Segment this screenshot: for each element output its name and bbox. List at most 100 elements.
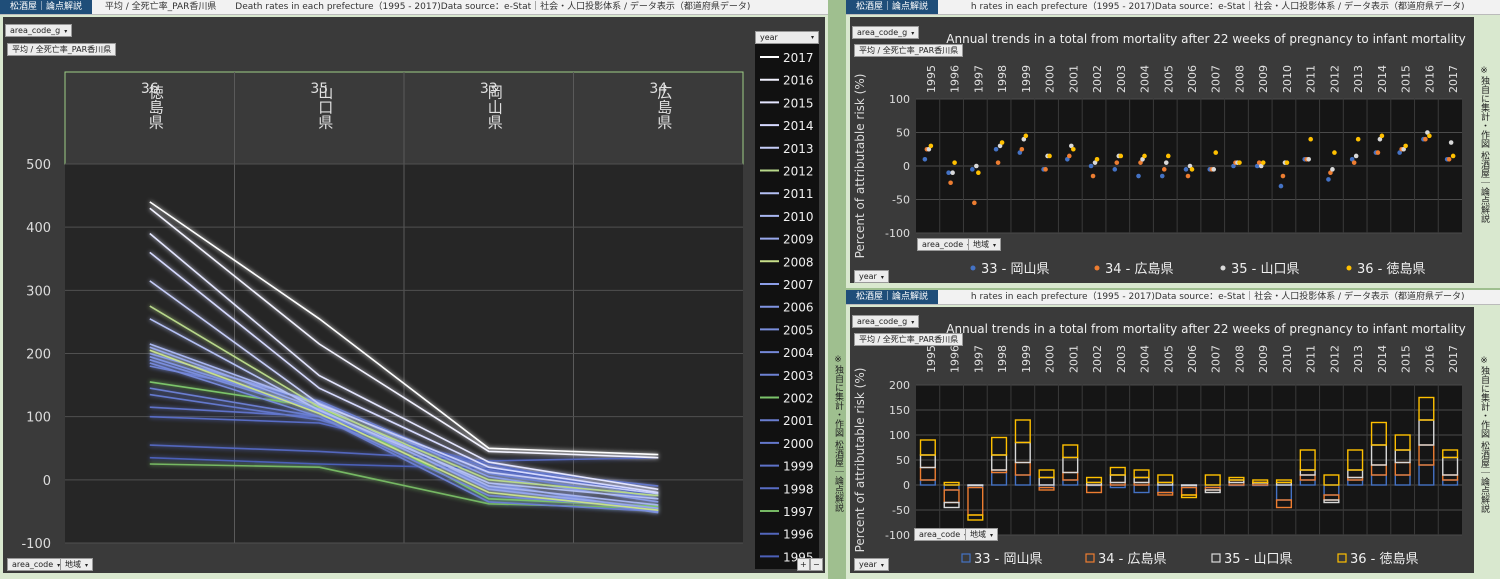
- zoom-out-button[interactable]: −: [810, 558, 823, 571]
- legend-marker-0: [970, 265, 976, 271]
- area-code-g-dropdown[interactable]: area_code_g ▾: [852, 315, 920, 328]
- bar-segment: [1180, 484, 1198, 487]
- scatter-point: [928, 143, 934, 149]
- scatter-point: [1189, 167, 1195, 172]
- scatter-point: [1260, 160, 1266, 165]
- x-tick-label: 2015: [1400, 345, 1413, 373]
- scatter-point: [1446, 157, 1452, 162]
- bar-legend: 33 - 岡山県 34 - 広島県 35 - 山口県 36 - 徳島県: [961, 552, 1419, 567]
- x-tick-label: 1998: [996, 65, 1009, 93]
- category-name-label: 徳島県: [147, 85, 165, 130]
- x-tick-label: 2004: [1139, 65, 1152, 93]
- y-axis-title: Percent of attributable risk (%): [853, 74, 867, 259]
- x-tick-label: 2014: [1376, 345, 1389, 373]
- scatter-point: [1211, 167, 1217, 172]
- scatter-point: [1090, 173, 1096, 179]
- area-code-g-dropdown[interactable]: area_code_g ▾: [852, 26, 920, 39]
- category-name-label: 山口県: [316, 85, 334, 130]
- area-code-g-dropdown[interactable]: area_code_g ▾: [5, 24, 73, 37]
- x-tick-label: 2002: [1091, 65, 1104, 93]
- side-note-right-bottom: ※独自に集計・作図 松酒屋｜論点解説: [1479, 356, 1489, 513]
- scatter-point: [1306, 157, 1311, 162]
- legend-label-2015: 2015: [783, 96, 814, 110]
- scatter-point: [1183, 167, 1189, 172]
- x-tick-label: 2008: [1233, 65, 1246, 93]
- x-tick-label: 2003: [1115, 65, 1128, 93]
- year-dropdown[interactable]: year ▾: [854, 558, 889, 571]
- legend-label-1996: 1996: [783, 528, 814, 542]
- x-tick-label: 2004: [1139, 345, 1152, 373]
- legend-label-1: 34 - 広島県: [1098, 552, 1167, 567]
- filter-pill[interactable]: 平均 / 全死亡率_PAR香川県: [7, 43, 117, 56]
- side-note-right-top: ※独自に集計・作図 松酒屋｜論点解説: [1479, 66, 1489, 223]
- x-tick-label: 2007: [1210, 65, 1223, 93]
- area-code-dropdown[interactable]: area_code▾: [7, 558, 66, 571]
- scatter-point: [993, 146, 999, 152]
- area-code-dropdown[interactable]: area_code▾: [917, 238, 976, 251]
- x-tick-label: 2016: [1423, 345, 1436, 373]
- legend-label-2004: 2004: [783, 346, 814, 360]
- scatter-point: [1047, 153, 1052, 159]
- legend-label-2010: 2010: [783, 210, 814, 224]
- legend-label-2002: 2002: [783, 392, 814, 406]
- brand-label[interactable]: 松酒屋｜論点解説: [0, 0, 93, 14]
- scatter-point: [1278, 183, 1284, 189]
- scatter-legend: 33 - 岡山県 34 - 広島県 35 - 山口県 36 - 徳島県: [970, 262, 1426, 277]
- legend-label-2007: 2007: [783, 278, 814, 292]
- chiiki-dropdown[interactable]: 地域 ▾: [60, 558, 94, 571]
- left-title: 平均 / 全死亡率_PAR香川県: [104, 2, 217, 12]
- filter-pill[interactable]: 平均 / 全死亡率_PAR香川県: [854, 44, 964, 57]
- x-tick-label: 2009: [1257, 65, 1270, 93]
- brand-label[interactable]: 松酒屋｜論点解説: [846, 0, 939, 14]
- legend-label-2: 35 - 山口県: [1231, 262, 1300, 277]
- scatter-point: [1423, 136, 1428, 142]
- x-tick-label: 2006: [1186, 345, 1199, 373]
- legend-label-3: 36 - 徳島県: [1357, 262, 1426, 277]
- scatter-point: [948, 180, 953, 186]
- x-tick-label: 2003: [1115, 345, 1128, 373]
- legend-marker-0: [961, 553, 971, 563]
- category-name-label: 岡山県: [486, 85, 504, 130]
- scatter-point: [1118, 153, 1124, 159]
- x-tick-label: 1995: [925, 345, 938, 373]
- legend-label-0: 33 - 岡山県: [974, 552, 1043, 567]
- scatter-point: [1112, 167, 1118, 172]
- left-subtitle: Death rates in each prefecture（1995 - 20…: [235, 2, 751, 12]
- scatter-point: [999, 140, 1005, 145]
- scatter-point: [1071, 146, 1076, 152]
- year-legend: 2017 2016 2015 2014 2013 2012 2011 2010 2009 2008…: [755, 39, 819, 569]
- x-tick-label: 2014: [1376, 65, 1389, 93]
- x-tick-label: 2005: [1162, 65, 1175, 93]
- x-tick-label: 2002: [1091, 345, 1104, 373]
- x-tick-label: 2000: [1044, 65, 1057, 93]
- scatter-point: [1094, 157, 1100, 162]
- scatter-point: [1114, 160, 1120, 165]
- zoom-in-button[interactable]: +: [797, 558, 810, 571]
- chiiki-dropdown[interactable]: 地域 ▾: [968, 238, 1002, 251]
- y-tick-label: -100: [885, 227, 910, 240]
- bar-segment: [967, 484, 984, 487]
- scatter-point: [1213, 150, 1219, 155]
- y-tick-label: 300: [26, 284, 51, 299]
- legend-label-2006: 2006: [783, 301, 814, 315]
- chiiki-dropdown[interactable]: 地域 ▾: [965, 528, 999, 541]
- scatter-point: [950, 170, 955, 175]
- area-code-dropdown[interactable]: area_code▾: [914, 528, 973, 541]
- x-tick-label: 2011: [1305, 65, 1318, 93]
- year-dropdown[interactable]: year ▾: [755, 31, 819, 44]
- legend-marker-2: [1220, 265, 1226, 271]
- x-tick-label: 2010: [1281, 65, 1294, 93]
- year-dropdown[interactable]: year ▾: [854, 270, 889, 283]
- scatter-point: [1284, 160, 1290, 165]
- legend-label-2013: 2013: [783, 142, 814, 156]
- brand-label[interactable]: 松酒屋｜論点解説: [846, 290, 939, 304]
- legend-label-2000: 2000: [783, 437, 814, 451]
- x-tick-label: 2011: [1305, 345, 1318, 373]
- scatter-point: [1023, 133, 1029, 139]
- legend-label-0: 33 - 岡山県: [981, 262, 1050, 277]
- x-tick-label: 1997: [972, 345, 985, 373]
- scatter-point: [1185, 173, 1191, 179]
- filter-pill[interactable]: 平均 / 全死亡率_PAR香川県: [854, 333, 964, 346]
- legend-marker-1: [1094, 265, 1100, 271]
- scatter-point: [1280, 173, 1286, 179]
